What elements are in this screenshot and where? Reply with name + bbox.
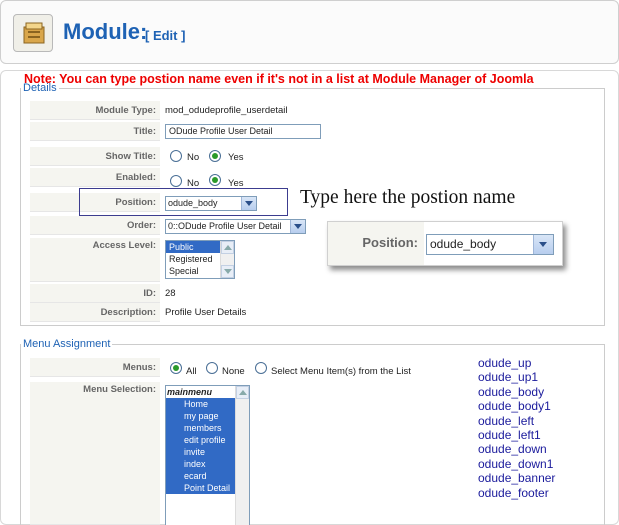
position-name-item: odude_banner xyxy=(478,471,556,486)
menus-all-radio[interactable] xyxy=(170,362,182,374)
position-highlight-box xyxy=(79,188,288,216)
order-label: Order: xyxy=(30,216,160,235)
position-name-item: odude_footer xyxy=(478,485,549,500)
menu-item-option[interactable]: Home xyxy=(166,398,235,410)
scroll-down-icon[interactable] xyxy=(221,265,234,278)
order-select-value: 0::ODude Profile User Detail xyxy=(168,221,282,231)
position-name-item: odude_down1 xyxy=(478,456,554,471)
edit-tag: [ Edit ] xyxy=(145,28,186,43)
menus-select-radio[interactable] xyxy=(255,362,267,374)
position-name-item: odude_body1 xyxy=(478,399,551,414)
page-title: Module: xyxy=(63,19,148,44)
show-title-yes-radio[interactable] xyxy=(209,150,221,162)
zoomed-position-inset: Position: odude_body xyxy=(327,221,563,266)
position-name-item: odude_up1 xyxy=(478,370,539,385)
menu-item-option[interactable]: Point Detail xyxy=(166,482,235,494)
menu-item-option[interactable]: index xyxy=(166,458,235,470)
order-select[interactable]: 0::ODude Profile User Detail xyxy=(165,219,306,234)
menus-all-label: All xyxy=(186,366,197,377)
enabled-yes-radio[interactable] xyxy=(209,174,221,186)
menu-item-option[interactable]: edit profile xyxy=(166,434,235,446)
position-names-list: odude_up odude_up1 odude_body odude_body1 od… xyxy=(478,356,555,500)
position-name-item: odude_up xyxy=(478,356,532,370)
show-title-no-radio[interactable] xyxy=(170,150,182,162)
menu-selection-listbox[interactable]: mainmenu Home my page members edit profile i… xyxy=(165,385,250,525)
module-icon xyxy=(13,14,53,52)
description-label: Description: xyxy=(30,303,160,322)
zoom-position-label: Position: xyxy=(328,222,424,265)
position-name-item: odude_body xyxy=(478,384,545,399)
menus-select-label: Select Menu Item(s) from the List xyxy=(271,366,411,377)
menu-assignment-legend: Menu Assignment xyxy=(23,338,111,350)
access-level-scrollbar[interactable] xyxy=(220,241,234,278)
position-name-item: odude_left1 xyxy=(478,427,541,442)
description-value: Profile User Details xyxy=(165,307,247,318)
menus-label: Menus: xyxy=(30,358,160,377)
access-level-listbox[interactable]: Public Registered Special xyxy=(165,240,235,279)
position-name-item: odude_left xyxy=(478,413,535,428)
show-title-label: Show Title: xyxy=(30,147,160,166)
menu-item-option[interactable]: my page xyxy=(166,410,235,422)
annotation-text: Type here the postion name xyxy=(300,187,516,208)
show-title-no-label: No xyxy=(187,152,200,163)
id-value: 28 xyxy=(165,288,176,299)
chevron-down-icon xyxy=(533,235,553,254)
menu-selection-scrollbar[interactable] xyxy=(235,386,249,525)
scroll-up-icon[interactable] xyxy=(221,241,234,254)
menu-item-option[interactable]: members xyxy=(166,422,235,434)
title-label: Title: xyxy=(30,122,160,141)
enabled-no-radio[interactable] xyxy=(170,175,182,187)
scroll-up-icon[interactable] xyxy=(236,386,249,399)
module-type-label: Module Type: xyxy=(30,101,160,120)
toolbar-header: Module: [ Edit ] xyxy=(0,0,619,64)
position-name-item: odude_down xyxy=(478,442,547,457)
menu-selection-label: Menu Selection: xyxy=(30,382,160,525)
id-label: ID: xyxy=(30,284,160,303)
zoom-position-combobox: odude_body xyxy=(426,234,554,255)
menu-item-option[interactable]: invite xyxy=(166,446,235,458)
enabled-label: Enabled: xyxy=(30,168,160,187)
note-text: Note: You can type postion name even if … xyxy=(24,72,534,86)
module-type-value: mod_odudeprofile_userdetail xyxy=(165,105,288,116)
show-title-yes-label: Yes xyxy=(228,152,244,163)
zoom-position-value: odude_body xyxy=(430,237,497,251)
chevron-down-icon[interactable] xyxy=(290,220,305,233)
title-input[interactable]: ODude Profile User Detail xyxy=(165,124,321,139)
menu-item-option[interactable]: ecard xyxy=(166,470,235,482)
menus-none-label: None xyxy=(222,366,245,377)
access-level-label: Access Level: xyxy=(30,238,160,282)
menus-none-radio[interactable] xyxy=(206,362,218,374)
